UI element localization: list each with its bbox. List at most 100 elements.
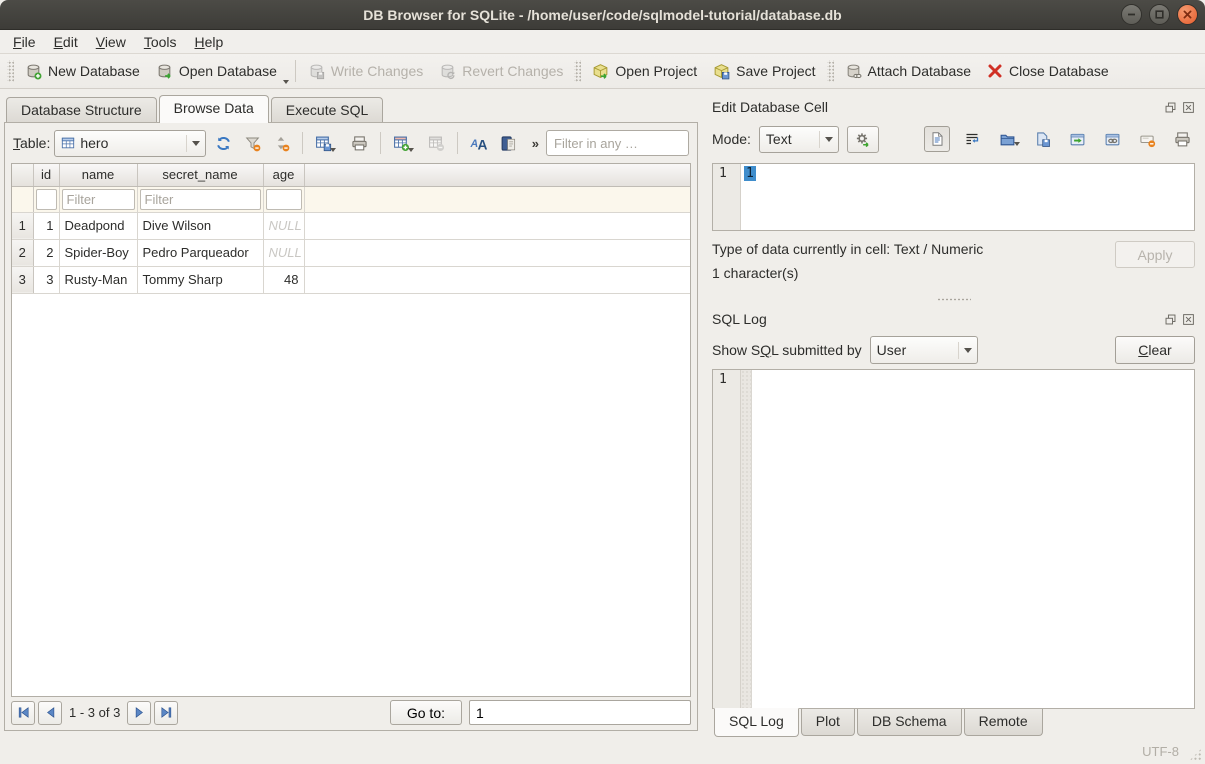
table-select[interactable]: hero [54, 130, 206, 157]
sql-log-editor[interactable]: 1 [712, 369, 1195, 709]
menu-view[interactable]: View [87, 32, 135, 52]
refresh-button[interactable] [210, 130, 235, 156]
close-database-button[interactable]: Close Database [979, 59, 1117, 83]
clear-filters-button[interactable] [240, 130, 265, 156]
filter-input-id[interactable] [36, 189, 57, 210]
cell-age[interactable]: 48 [263, 266, 304, 293]
close-database-label: Close Database [1009, 63, 1109, 79]
titlebar[interactable]: DB Browser for SQLite - /home/user/code/… [0, 0, 1205, 30]
insert-record-button[interactable] [389, 130, 420, 156]
menu-help[interactable]: Help [186, 32, 233, 52]
float-dock-icon[interactable] [1164, 313, 1177, 326]
cell-id[interactable]: 3 [33, 266, 59, 293]
goto-input[interactable] [469, 700, 691, 725]
auto-switch-mode-button[interactable] [847, 126, 879, 153]
row-header[interactable]: 3 [12, 266, 33, 293]
export-cell-button[interactable] [1029, 126, 1055, 152]
dock-tab-sql-log[interactable]: SQL Log [714, 708, 799, 737]
next-record-button[interactable] [127, 701, 151, 725]
last-record-button[interactable] [154, 701, 178, 725]
print-cell-button[interactable] [1169, 126, 1195, 152]
column-header-name[interactable]: name [59, 164, 137, 186]
dock-tab-plot[interactable]: Plot [801, 709, 855, 736]
row-header[interactable]: 1 [12, 212, 33, 239]
maximize-button[interactable] [1149, 4, 1170, 25]
apply-button[interactable]: Apply [1115, 241, 1195, 268]
attach-database-button[interactable]: Attach Database [837, 59, 980, 84]
dock-tab-remote[interactable]: Remote [964, 709, 1043, 736]
previous-record-button[interactable] [38, 701, 62, 725]
column-header-age[interactable]: age [263, 164, 304, 186]
filter-any-input[interactable] [546, 130, 689, 156]
print-table-button[interactable] [346, 130, 371, 156]
apply-cell-button[interactable] [1064, 126, 1090, 152]
toolbar-grip[interactable] [7, 60, 14, 82]
tab-execute-sql[interactable]: Execute SQL [271, 97, 384, 123]
toolbar-grip[interactable] [574, 60, 581, 82]
open-project-button[interactable]: Open Project [584, 59, 705, 84]
word-wrap-button[interactable] [959, 126, 985, 152]
menu-file[interactable]: File [4, 32, 45, 52]
menu-tools[interactable]: Tools [135, 32, 186, 52]
dock-splitter[interactable] [712, 293, 1195, 305]
close-dock-icon[interactable] [1182, 101, 1195, 114]
toolbar-grip[interactable] [827, 60, 834, 82]
text-mode-button[interactable] [924, 126, 950, 152]
cell-editor[interactable]: 1 1 [712, 163, 1195, 231]
set-null-button[interactable] [1134, 126, 1160, 152]
import-cell-button[interactable] [994, 126, 1020, 152]
goto-button[interactable]: Go to: [390, 700, 462, 725]
column-header-id[interactable]: id [33, 164, 59, 186]
cell-name[interactable]: Rusty-Man [59, 266, 137, 293]
delete-record-button[interactable] [424, 130, 449, 156]
clear-sort-icon [273, 135, 290, 152]
sql-log-gutter: 1 [713, 370, 741, 708]
cell-secret-name[interactable]: Pedro Parqueador [137, 239, 263, 266]
cell-age[interactable]: NULL [263, 239, 304, 266]
menu-edit[interactable]: Edit [45, 32, 87, 52]
revert-changes-button[interactable]: Revert Changes [431, 59, 571, 84]
link-cell-button[interactable] [1099, 126, 1125, 152]
close-button[interactable] [1177, 4, 1198, 25]
sql-log-content[interactable] [752, 370, 1194, 708]
minimize-button[interactable] [1121, 4, 1142, 25]
binary-view-button[interactable] [495, 130, 520, 156]
row-header[interactable]: 2 [12, 239, 33, 266]
toolbar-overflow-button[interactable]: » [529, 136, 542, 151]
column-header-secret-name[interactable]: secret_name [137, 164, 263, 186]
statusbar: UTF-8 [0, 739, 1205, 764]
float-dock-icon[interactable] [1164, 101, 1177, 114]
grid-viewport[interactable] [12, 294, 690, 697]
open-database-button[interactable]: Open Database [148, 59, 285, 84]
font-settings-button[interactable]: A A [466, 130, 491, 156]
mode-select[interactable]: Text [759, 126, 839, 153]
clear-sort-button[interactable] [269, 130, 294, 156]
save-table-button[interactable] [311, 130, 342, 156]
cell-name[interactable]: Deadpond [59, 212, 137, 239]
chevron-down-icon [187, 141, 205, 146]
clear-log-button[interactable]: Clear [1115, 336, 1195, 364]
write-changes-button[interactable]: Write Changes [300, 59, 431, 84]
cell-secret-name[interactable]: Dive Wilson [137, 212, 263, 239]
filter-input-name[interactable] [62, 189, 135, 210]
cell-id[interactable]: 2 [33, 239, 59, 266]
cell-editor-content[interactable]: 1 [741, 164, 1194, 230]
dock-tab-db-schema[interactable]: DB Schema [857, 709, 962, 736]
close-dock-icon[interactable] [1182, 313, 1195, 326]
tab-database-structure[interactable]: Database Structure [6, 97, 157, 123]
save-project-button[interactable]: Save Project [705, 59, 823, 84]
open-database-dropdown-icon[interactable] [283, 80, 289, 84]
resize-grip[interactable] [1189, 748, 1202, 761]
tab-browse-data[interactable]: Browse Data [159, 95, 269, 123]
new-database-button[interactable]: New Database [17, 59, 148, 84]
filter-input-secret-name[interactable] [140, 189, 261, 210]
cell-name[interactable]: Spider-Boy [59, 239, 137, 266]
cell-secret-name[interactable]: Tommy Sharp [137, 266, 263, 293]
menubar: File Edit View Tools Help [0, 30, 1205, 54]
filter-input-age[interactable] [266, 189, 302, 210]
sql-source-select[interactable]: User [870, 336, 978, 364]
grid-corner[interactable] [12, 164, 33, 186]
cell-age[interactable]: NULL [263, 212, 304, 239]
first-record-button[interactable] [11, 701, 35, 725]
cell-id[interactable]: 1 [33, 212, 59, 239]
